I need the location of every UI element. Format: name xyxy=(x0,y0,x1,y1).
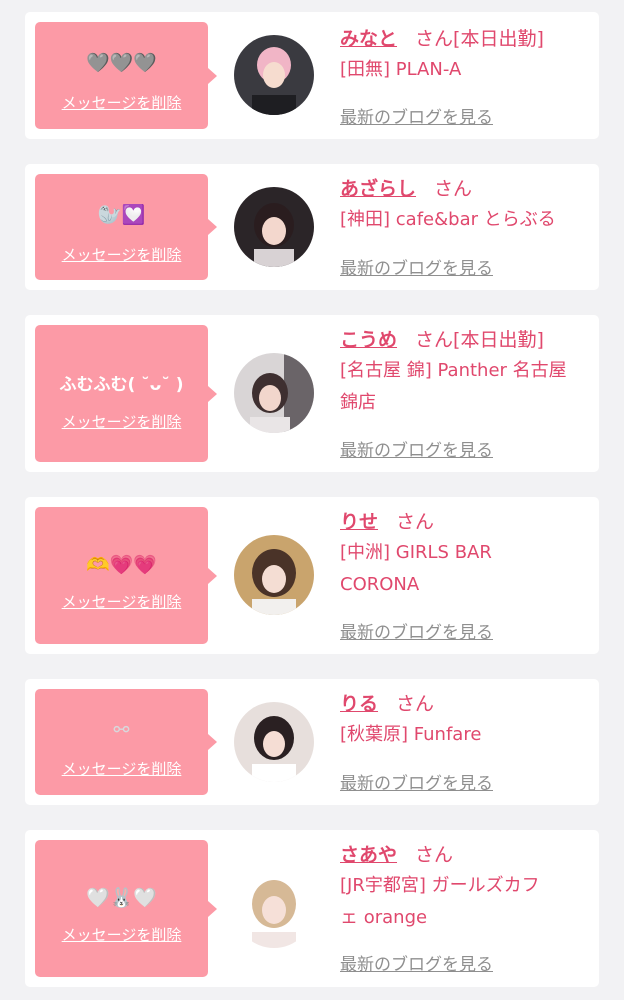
cast-name-link[interactable]: りる xyxy=(340,693,378,715)
cast-info: みなと さん[本日出勤] [田無] PLAN-A xyxy=(340,24,590,86)
cast-name-link[interactable]: さあや xyxy=(340,844,397,866)
delete-message-link[interactable]: メッセージを削除 xyxy=(35,412,208,432)
avatar[interactable] xyxy=(234,868,314,948)
name-line: みなと さん[本日出勤] xyxy=(340,24,590,54)
cast-info: さあや さん [JR宇都宮] ガールズカフ ェ orange xyxy=(340,840,590,934)
message-text: 🫶💗💗 xyxy=(86,554,157,576)
message-bubble: ⚯ メッセージを削除 xyxy=(35,689,217,795)
message-bubble: 🫶💗💗 メッセージを削除 xyxy=(35,507,217,644)
cast-name-link[interactable]: りせ xyxy=(340,511,378,533)
message-card: 🩶🩶🩶 メッセージを削除 みなと さん[本日出勤] [田無] PLAN-A 最新の… xyxy=(25,12,599,139)
honorific: さん xyxy=(415,844,454,866)
name-line: こうめ さん[本日出勤] xyxy=(340,325,590,355)
message-text: ふむふむ( ˘ᴗ˘ ) xyxy=(59,375,184,395)
status-badge: [本日出勤] xyxy=(453,329,544,351)
avatar[interactable] xyxy=(234,35,314,115)
latest-blog-link[interactable]: 最新のブログを見る xyxy=(340,103,493,128)
honorific: さん xyxy=(396,693,435,715)
message-text: 🦭💟 xyxy=(97,204,146,226)
cast-info: あざらし さん [神田] cafe&bar とらぶる xyxy=(340,174,590,236)
message-card: 🫶💗💗 メッセージを削除 りせ さん [中洲] GIRLS BAR CORONA … xyxy=(25,497,599,654)
cast-name-link[interactable]: みなと xyxy=(340,28,397,50)
shop-name: [名古屋 錦] Panther 名古屋 xyxy=(340,360,567,381)
delete-message-link[interactable]: メッセージを削除 xyxy=(35,245,208,265)
message-text: 🤍🐰🤍 xyxy=(86,887,157,909)
message-bubble: 🤍🐰🤍 メッセージを削除 xyxy=(35,840,217,977)
shop-name: ェ orange xyxy=(340,907,428,928)
shop-name: [JR宇都宮] ガールズカフ xyxy=(340,875,540,896)
shop-name: CORONA xyxy=(340,574,420,595)
honorific: さん xyxy=(434,178,473,200)
message-card: 🤍🐰🤍 メッセージを削除 さあや さん [JR宇都宮] ガールズカフ ェ oran… xyxy=(25,830,599,987)
latest-blog-link[interactable]: 最新のブログを見る xyxy=(340,618,493,643)
delete-message-link[interactable]: メッセージを削除 xyxy=(35,759,208,779)
avatar[interactable] xyxy=(234,353,314,433)
name-line: りる さん xyxy=(340,689,590,719)
latest-blog-link[interactable]: 最新のブログを見る xyxy=(340,436,493,461)
shop-name: [中洲] GIRLS BAR xyxy=(340,542,492,563)
message-bubble: 🦭💟 メッセージを削除 xyxy=(35,174,217,280)
delete-message-link[interactable]: メッセージを削除 xyxy=(35,592,208,612)
avatar[interactable] xyxy=(234,187,314,267)
honorific: さん xyxy=(396,511,435,533)
message-card: ⚯ メッセージを削除 りる さん [秋葉原] Funfare 最新のブログを見る xyxy=(25,679,599,805)
honorific: さん xyxy=(415,28,454,50)
message-bubble: 🩶🩶🩶 メッセージを削除 xyxy=(35,22,217,129)
latest-blog-link[interactable]: 最新のブログを見る xyxy=(340,950,493,975)
cast-name-link[interactable]: あざらし xyxy=(340,178,416,200)
cast-info: こうめ さん[本日出勤] [名古屋 錦] Panther 名古屋 錦店 xyxy=(340,325,590,419)
cast-info: りせ さん [中洲] GIRLS BAR CORONA xyxy=(340,507,590,601)
latest-blog-link[interactable]: 最新のブログを見る xyxy=(340,254,493,279)
avatar[interactable] xyxy=(234,535,314,615)
delete-message-link[interactable]: メッセージを削除 xyxy=(35,93,208,113)
message-text: 🩶🩶🩶 xyxy=(86,52,157,74)
name-line: りせ さん xyxy=(340,507,590,537)
avatar[interactable] xyxy=(234,702,314,782)
status-badge: [本日出勤] xyxy=(453,28,544,50)
shop-name: [田無] PLAN-A xyxy=(340,59,462,80)
name-line: さあや さん xyxy=(340,840,590,870)
message-card: 🦭💟 メッセージを削除 あざらし さん [神田] cafe&bar とらぶる 最新… xyxy=(25,164,599,290)
honorific: さん xyxy=(415,329,454,351)
message-card: ふむふむ( ˘ᴗ˘ ) メッセージを削除 こうめ さん[本日出勤] [名古屋 錦]… xyxy=(25,315,599,472)
latest-blog-link[interactable]: 最新のブログを見る xyxy=(340,769,493,794)
shop-name: [神田] cafe&bar とらぶる xyxy=(340,209,556,230)
cast-info: りる さん [秋葉原] Funfare xyxy=(340,689,590,751)
shop-name: [秋葉原] Funfare xyxy=(340,724,482,745)
shop-name: 錦店 xyxy=(340,392,376,413)
cast-name-link[interactable]: こうめ xyxy=(340,329,397,351)
delete-message-link[interactable]: メッセージを削除 xyxy=(35,925,208,945)
message-bubble: ふむふむ( ˘ᴗ˘ ) メッセージを削除 xyxy=(35,325,217,462)
name-line: あざらし さん xyxy=(340,174,590,204)
message-text: ⚯ xyxy=(113,719,130,741)
